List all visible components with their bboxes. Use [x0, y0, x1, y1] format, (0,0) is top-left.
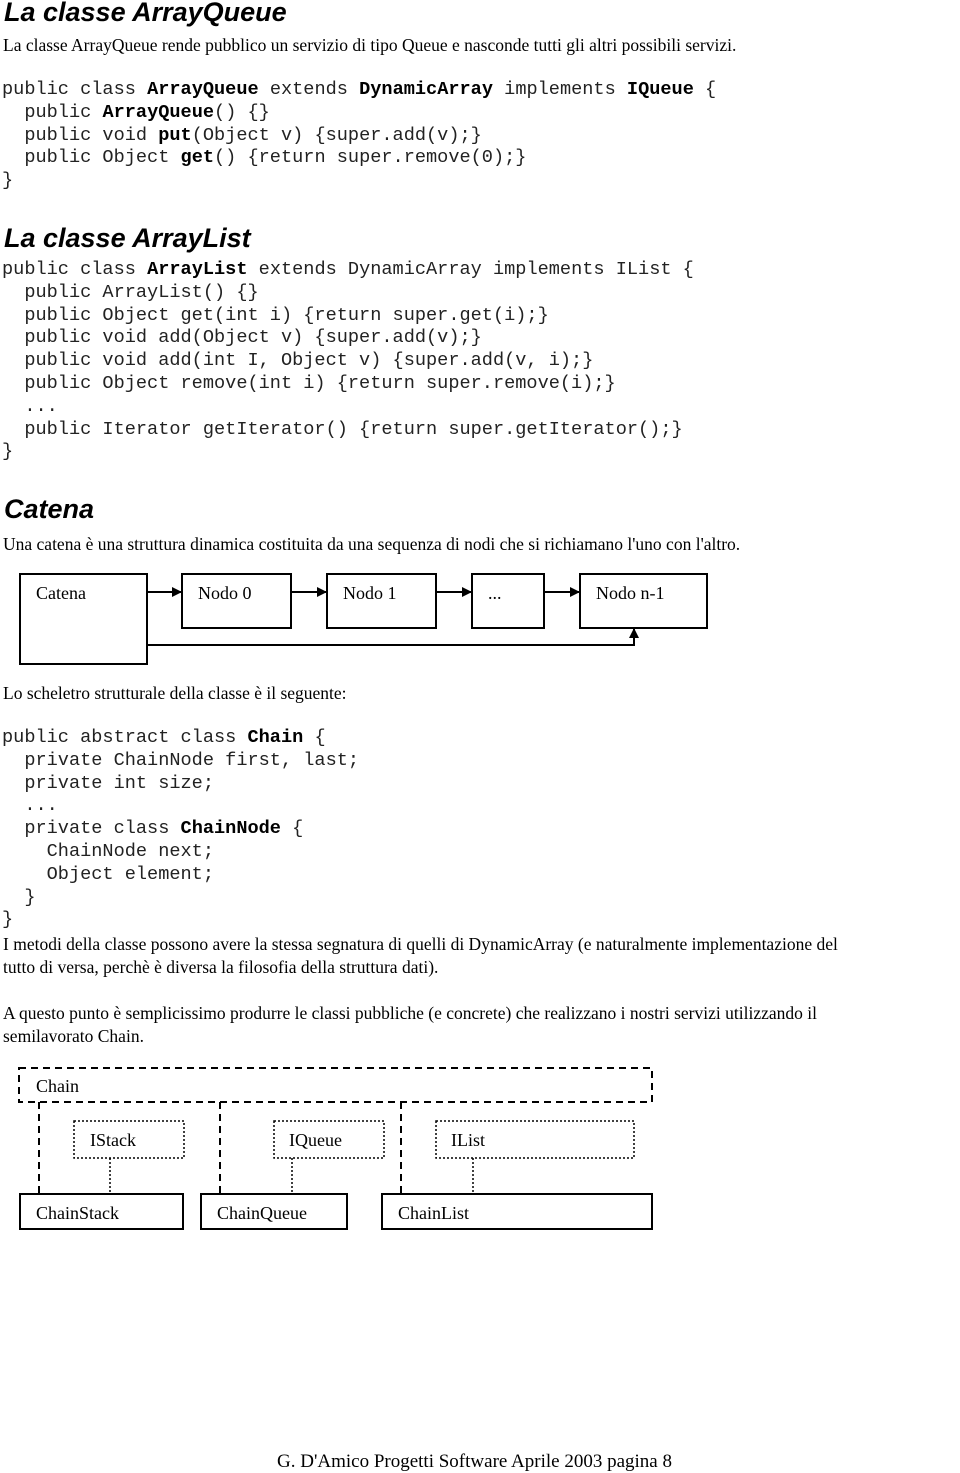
hierarchy-lines: [18, 1067, 653, 1193]
chain-base-box: [18, 1067, 653, 1103]
page-footer: G. D'Amico Progetti Software Aprile 2003…: [277, 1451, 672, 1472]
interface-label: IList: [451, 1130, 485, 1150]
class-box-chainstack: ChainStack: [19, 1193, 184, 1230]
chain-base-label: Chain: [36, 1076, 79, 1096]
interface-label: IQueue: [289, 1130, 342, 1150]
class-box-chainlist: ChainList: [381, 1193, 653, 1230]
class-box-chainqueue: ChainQueue: [200, 1193, 348, 1230]
class-label: ChainList: [398, 1203, 469, 1223]
interface-label: IStack: [90, 1130, 136, 1150]
class-label: ChainStack: [36, 1203, 119, 1223]
class-label: ChainQueue: [217, 1203, 307, 1223]
